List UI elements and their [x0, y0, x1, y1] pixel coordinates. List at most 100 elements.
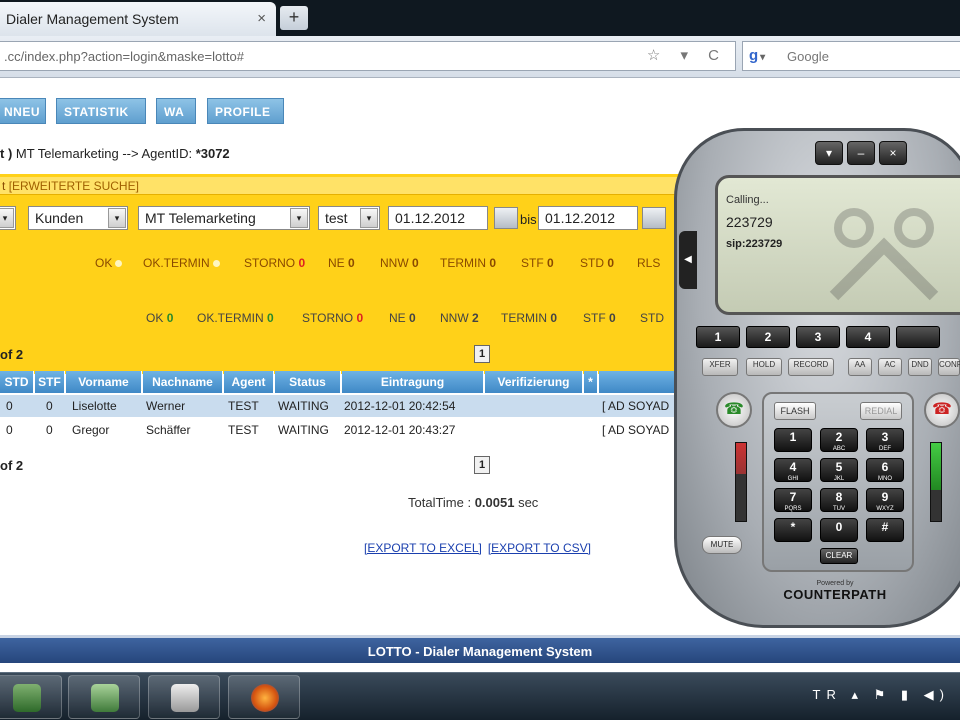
clear-button[interactable]: CLEAR	[820, 548, 858, 564]
side-arrow-icon[interactable]: ◀	[679, 231, 697, 289]
line-buttons: 1 2 3 4	[696, 326, 960, 350]
dialpad-key[interactable]: #	[866, 518, 904, 542]
stat-std: STD 0	[580, 256, 615, 270]
dialpad-key[interactable]: 5 JKL	[820, 458, 858, 482]
address-bar[interactable]: .cc/index.php?action=login&maske=lotto# …	[0, 41, 736, 71]
xfer-button[interactable]: XFER	[702, 358, 738, 376]
extended-search-link[interactable]: t [ERWEITERTE SUCHE]	[0, 177, 680, 195]
chevron-down-icon: ▾	[0, 208, 14, 228]
col-vorname[interactable]: Vorname	[66, 371, 142, 393]
dialpad-key[interactable]: 3 DEF	[866, 428, 904, 452]
dialpad-key[interactable]: 1	[774, 428, 812, 452]
type-select[interactable]: Kunden ▾	[28, 206, 128, 230]
mic-level-meter	[735, 442, 747, 522]
taskbar-app-phone[interactable]	[68, 675, 140, 719]
cell-eintragung: 2012-12-01 20:43:27	[344, 423, 456, 437]
new-tab-button[interactable]: +	[280, 6, 308, 30]
col-eintragung[interactable]: Eintragung	[342, 371, 484, 393]
line-button-1[interactable]: 1	[696, 326, 740, 348]
pager-top-button[interactable]: 1	[474, 345, 490, 363]
taskbar-app-firefox[interactable]	[228, 675, 300, 719]
record-button[interactable]: RECORD	[788, 358, 834, 376]
col-star[interactable]: *	[584, 371, 598, 393]
browser-tab[interactable]: Dialer Management System ×	[0, 2, 276, 36]
aa-button[interactable]: AA	[848, 358, 872, 376]
calendar-icon[interactable]	[494, 207, 518, 229]
tab-title: Dialer Management System	[6, 11, 179, 27]
softphone-top-buttons: ▾ – ×	[815, 141, 909, 169]
redial-button[interactable]: REDIAL	[860, 402, 902, 420]
stat-rls: RLS	[637, 256, 661, 270]
close-icon[interactable]: ×	[879, 141, 907, 165]
dialpad-key[interactable]: 6 MNO	[866, 458, 904, 482]
company-select[interactable]: MT Telemarketing ▾	[138, 206, 310, 230]
line-button-5[interactable]	[896, 326, 940, 348]
col-std[interactable]: STD	[0, 371, 34, 393]
table-row[interactable]: 0 0 Gregor Schäffer TEST WAITING 2012-12…	[0, 419, 680, 441]
taskbar-start-button[interactable]	[0, 675, 62, 719]
tab-close-icon[interactable]: ×	[257, 10, 266, 27]
user-select-value: test	[325, 210, 348, 226]
nav-button-neu[interactable]: NNEU	[0, 98, 46, 124]
dialpad-key[interactable]: *	[774, 518, 812, 542]
pager-bottom-button[interactable]: 1	[474, 456, 490, 474]
browser-nav-bar: .cc/index.php?action=login&maske=lotto# …	[0, 36, 960, 78]
dialpad-key[interactable]: 8 TUV	[820, 488, 858, 512]
cell-agent: TEST	[228, 399, 259, 413]
dialpad-key[interactable]: 0	[820, 518, 858, 542]
speaker-level-meter	[930, 442, 942, 522]
stat-ne: NE 0	[328, 256, 355, 270]
cell-vorname: Gregor	[72, 423, 110, 437]
minimize-icon[interactable]: –	[847, 141, 875, 165]
chevron-down-icon: ▾	[290, 208, 308, 228]
line-button-2[interactable]: 2	[746, 326, 790, 348]
col-agent[interactable]: Agent	[224, 371, 274, 393]
dialpad-key[interactable]: 4 GHI	[774, 458, 812, 482]
ac-button[interactable]: AC	[878, 358, 902, 376]
nav-button-wa[interactable]: WA	[156, 98, 196, 124]
hold-button[interactable]: HOLD	[746, 358, 782, 376]
company-select-value: MT Telemarketing	[145, 210, 256, 226]
export-excel-link[interactable]: [EXPORT TO EXCEL]	[364, 541, 482, 555]
agent-id: *3072	[195, 146, 230, 161]
dialpad-key[interactable]: 9 WXYZ	[866, 488, 904, 512]
call-answer-icon[interactable]: ☎	[716, 392, 752, 428]
menu-icon[interactable]: ▾	[815, 141, 843, 165]
col-nachname[interactable]: Nachname	[143, 371, 223, 393]
extended-search-bullet: t	[2, 179, 6, 193]
user-select[interactable]: test ▾	[318, 206, 380, 230]
counterpath-logo-icon	[829, 208, 939, 301]
bookmark-star-icon[interactable]: ☆ ▾ C	[647, 46, 727, 64]
date-to-value: 01.12.2012	[545, 210, 616, 226]
taskbar-app-bria[interactable]	[148, 675, 220, 719]
call-number: 223729	[726, 214, 773, 230]
first-select[interactable]: ▾	[0, 206, 16, 230]
line-button-3[interactable]: 3	[796, 326, 840, 348]
flash-button[interactable]: FLASH	[774, 402, 816, 420]
date-to-input[interactable]: 01.12.2012	[538, 206, 638, 230]
search-box[interactable]: g Google	[742, 41, 960, 71]
col-verifizierung[interactable]: Verifizierung	[485, 371, 583, 393]
dnd-button[interactable]: DND	[908, 358, 932, 376]
table-row[interactable]: 0 0 Liselotte Werner TEST WAITING 2012-1…	[0, 395, 680, 417]
date-from-input[interactable]: 01.12.2012	[388, 206, 488, 230]
conf-button[interactable]: CONF	[938, 358, 960, 376]
dialpad-key[interactable]: 2 ABC	[820, 428, 858, 452]
export-csv-link[interactable]: [EXPORT TO CSV]	[488, 541, 591, 555]
browser-tab-bar: Dialer Management System × +	[0, 0, 960, 36]
mute-button[interactable]: MUTE	[702, 536, 742, 554]
tray-icons[interactable]: ▴ ⚑ ▮ ◀)	[852, 687, 951, 702]
call-hangup-icon[interactable]: ☎	[924, 392, 960, 428]
nav-button-profile[interactable]: PROFILE	[207, 98, 284, 124]
col-stf[interactable]: STF	[35, 371, 65, 393]
extended-search-label: [ERWEITERTE SUCHE]	[8, 179, 139, 193]
col-status[interactable]: Status	[275, 371, 341, 393]
line-button-4[interactable]: 4	[846, 326, 890, 348]
cell-std: 0	[6, 423, 13, 437]
language-indicator[interactable]: TR	[813, 687, 842, 702]
nav-button-statistik[interactable]: STATISTIK	[56, 98, 146, 124]
dialpad-key[interactable]: 7 PQRS	[774, 488, 812, 512]
google-icon[interactable]: g	[749, 47, 771, 65]
softphone-window[interactable]: ▾ – × Calling... 223729 sip:223729 ◀ 1 2…	[660, 122, 960, 632]
stat-storno: STORNO 0	[302, 311, 364, 325]
